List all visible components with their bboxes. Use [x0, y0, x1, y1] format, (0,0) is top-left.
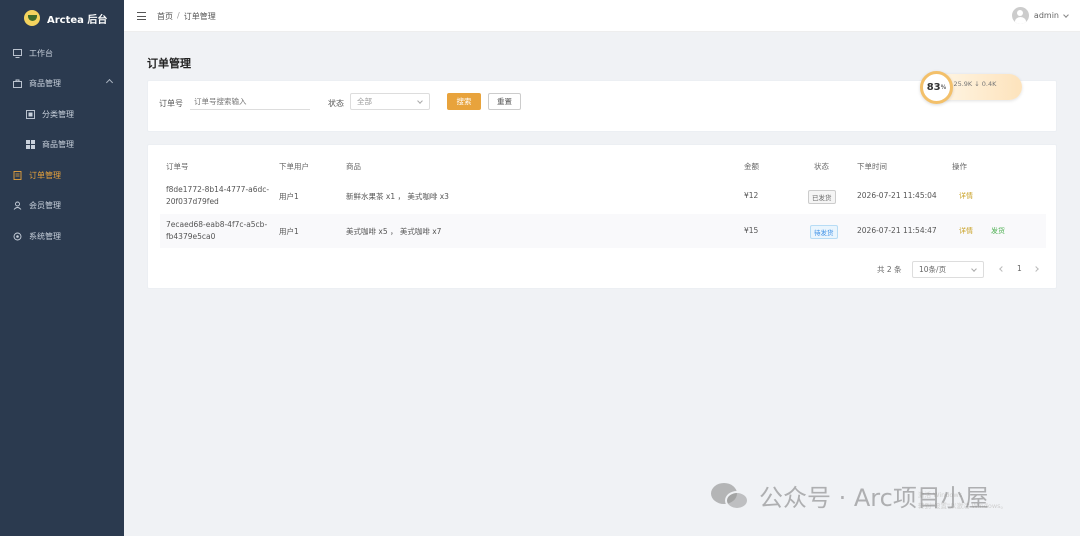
orders-table-card: 订单号 下单用户 商品 金额 状态 下单时间 操作 f8de1772-8b14-…	[147, 144, 1057, 289]
column-header-user: 下单用户	[279, 162, 309, 171]
ship-button[interactable]: 发货	[991, 226, 1005, 236]
watermark-text: 公众号 · Arc项目小屋	[759, 484, 989, 512]
grid-icon	[26, 140, 35, 150]
chevron-up-icon	[105, 78, 114, 86]
table-row: 7ecaed68-eab8-4f7c-a5cb- fb4379e5ca0 用户1…	[160, 214, 1046, 248]
breadcrumb: 首页 / 订单管理	[157, 11, 216, 22]
status-select-value: 全部	[357, 97, 372, 106]
logo-icon	[24, 10, 40, 26]
breadcrumb-separator: /	[177, 11, 180, 20]
avatar	[1011, 7, 1029, 24]
sidebar-item-label: 商品管理	[42, 140, 74, 150]
sidebar-item-products[interactable]: 商品管理	[0, 69, 124, 100]
status-badge: 待发货	[810, 225, 838, 239]
column-header-order-id: 订单号	[166, 162, 189, 171]
order-amount: ¥12	[744, 191, 759, 200]
sidebar-item-dashboard[interactable]: 工作台	[0, 38, 124, 69]
top-header: 首页 / 订单管理 admin	[124, 0, 1080, 32]
chevron-down-icon	[971, 266, 977, 272]
order-user: 用户1	[279, 227, 299, 236]
watermark: 公众号 · Arc项目小屋	[711, 478, 989, 513]
status-badge: 已发货	[808, 190, 836, 204]
order-number-label: 订单号	[159, 99, 183, 108]
chevron-down-icon	[1063, 11, 1069, 18]
document-icon	[13, 170, 22, 180]
sidebar-item-label: 商品管理	[29, 79, 61, 89]
gear-icon	[13, 232, 22, 241]
status-label: 状态	[328, 99, 344, 108]
reset-button[interactable]: 重置	[488, 93, 521, 110]
column-header-status: 状态	[814, 162, 829, 171]
chevron-down-icon	[417, 98, 423, 104]
speed-widget[interactable]: ↑25.9K ↓ 0.4K 83%	[920, 71, 1022, 104]
order-id: f8de1772-8b14-4777-a6dc- 20f037d79fed	[166, 185, 270, 206]
next-page-icon[interactable]	[1033, 266, 1039, 272]
order-time: 2026-07-21 11:45:04	[857, 191, 937, 200]
pagination-current-page[interactable]: 1	[1017, 264, 1022, 273]
user-icon	[13, 201, 22, 211]
table-row: f8de1772-8b14-4777-a6dc- 20f037d79fed 用户…	[160, 179, 1046, 213]
brand-title: Arctea 后台	[47, 14, 108, 26]
brand[interactable]: Arctea 后台	[0, 0, 124, 36]
sidebar-item-system[interactable]: 系统管理	[0, 221, 124, 252]
sidebar: Arctea 后台 工作台 商品管理 分类管理 商品管理 订单管理 会员管理 系…	[0, 0, 124, 536]
search-button[interactable]: 搜索	[447, 93, 481, 110]
sidebar-item-label: 系统管理	[29, 231, 61, 241]
column-header-items: 商品	[346, 162, 361, 171]
order-number-input[interactable]	[190, 93, 310, 110]
order-items: 新鲜水果茶 x1 ， 美式咖啡 x3	[346, 192, 449, 201]
monitor-icon	[13, 48, 22, 58]
sidebar-item-orders[interactable]: 订单管理	[0, 160, 124, 191]
sidebar-item-product-list[interactable]: 商品管理	[0, 130, 124, 161]
breadcrumb-home[interactable]: 首页	[157, 11, 173, 22]
breadcrumb-current: 订单管理	[183, 12, 216, 21]
sidebar-item-label: 会员管理	[29, 201, 61, 211]
order-items: 美式咖啡 x5 ， 美式咖啡 x7	[346, 227, 442, 236]
square-icon	[26, 109, 35, 119]
page-size-value: 10条/页	[919, 265, 947, 274]
pagination-total: 共 2 条	[877, 265, 902, 274]
user-menu[interactable]: admin	[1011, 7, 1069, 24]
column-header-amount: 金额	[744, 162, 759, 171]
details-link[interactable]: 详情	[959, 191, 973, 201]
column-header-time: 下单时间	[857, 162, 887, 171]
status-select[interactable]: 全部	[350, 93, 430, 110]
wechat-icon	[711, 481, 751, 511]
sidebar-item-label: 工作台	[29, 48, 53, 58]
order-amount: ¥15	[744, 226, 759, 235]
sidebar-item-categories[interactable]: 分类管理	[0, 99, 124, 130]
percent-unit: %	[940, 84, 947, 91]
sidebar-item-members[interactable]: 会员管理	[0, 191, 124, 222]
username: admin	[1033, 11, 1059, 20]
menu-toggle-icon[interactable]	[137, 12, 146, 20]
sidebar-item-label: 订单管理	[29, 170, 61, 180]
column-header-actions: 操作	[952, 162, 967, 171]
speed-widget-stats: ↑25.9K ↓ 0.4K	[948, 80, 997, 88]
bag-icon	[13, 79, 22, 89]
details-link[interactable]: 详情	[959, 226, 973, 236]
speed-widget-percent: 83%	[920, 71, 953, 104]
order-id: 7ecaed68-eab8-4f7c-a5cb- fb4379e5ca0	[166, 220, 268, 241]
order-user: 用户1	[279, 192, 299, 201]
order-time: 2026-07-21 11:54:47	[857, 226, 937, 235]
prev-page-icon[interactable]	[999, 266, 1005, 272]
sidebar-item-label: 分类管理	[42, 109, 74, 119]
percent-value: 83	[926, 82, 941, 93]
sidebar-nav: 工作台 商品管理 分类管理 商品管理 订单管理 会员管理 系统管理	[0, 36, 124, 252]
page-size-select[interactable]: 10条/页	[912, 261, 984, 278]
page-title: 订单管理	[147, 57, 191, 70]
